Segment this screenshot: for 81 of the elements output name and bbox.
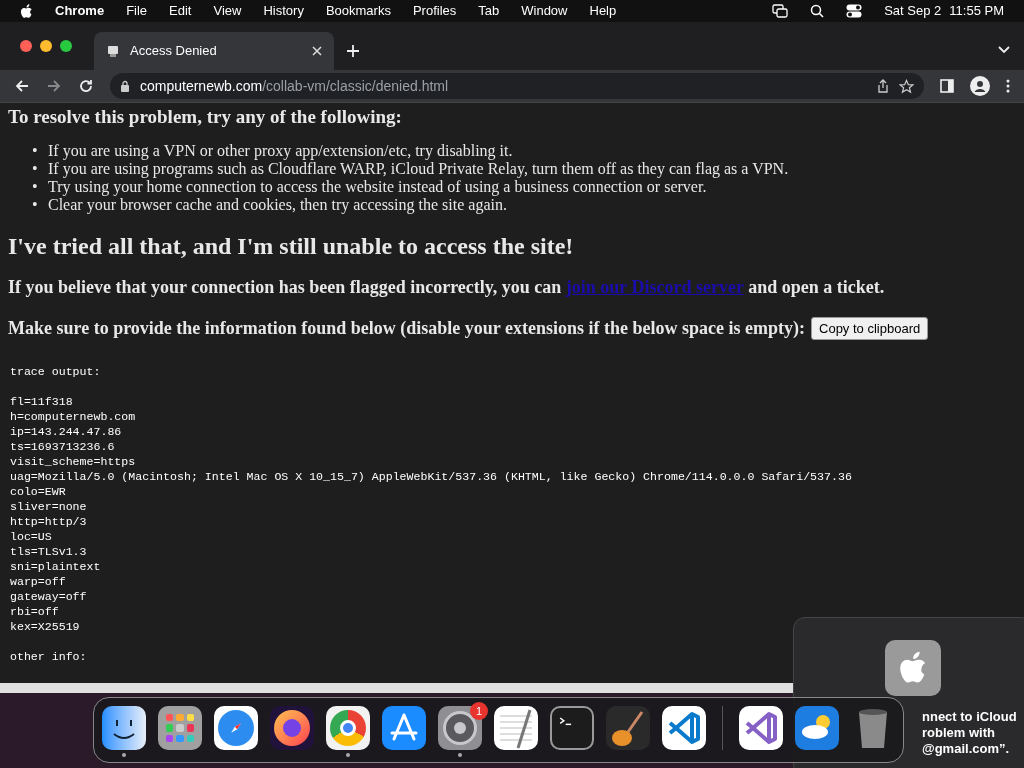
- trace-line: trace output:: [10, 364, 101, 379]
- trace-line: warp=off: [10, 574, 66, 589]
- apple-logo-icon: [885, 640, 941, 696]
- share-icon[interactable]: [877, 79, 889, 93]
- store-icon[interactable]: [382, 706, 426, 750]
- menu-item[interactable]: Profiles: [412, 1, 457, 21]
- menu-item[interactable]: File: [126, 1, 148, 21]
- menu-item[interactable]: Bookmarks: [325, 1, 391, 21]
- trace-line: colo=EWR: [10, 484, 66, 499]
- trace-line: sliver=none: [10, 499, 87, 514]
- menu-item[interactable]: View: [213, 1, 242, 21]
- close-icon[interactable]: [312, 46, 322, 56]
- menu-bar-time[interactable]: 11:55 PM: [949, 1, 1004, 21]
- browser-icon[interactable]: [326, 706, 370, 750]
- zoom-window-button[interactable]: [60, 40, 72, 52]
- notepad-icon[interactable]: [494, 706, 538, 750]
- forward-arrow-icon[interactable]: [46, 78, 62, 94]
- trace-line: tls=TLSv1.3: [10, 544, 87, 559]
- star-icon[interactable]: [899, 78, 914, 94]
- trace-line: sni=plaintext: [10, 559, 101, 574]
- trace-line: gateway=off: [10, 589, 87, 604]
- menu-item[interactable]: History: [263, 1, 304, 21]
- bullet: •: [32, 196, 39, 214]
- code-editor-icon[interactable]: [662, 706, 706, 750]
- gear-icon[interactable]: [438, 706, 482, 750]
- menu-item[interactable]: Help: [589, 1, 617, 21]
- trace-line: uag=Mozilla/5.0 (Macintosh; Intel Mac OS X 10_15_7) AppleWebKit/537.36 (KHTML, like Gecko) Chrome/114.0.0.0 Safari/537.36: [10, 469, 852, 484]
- tab-title: Access Denied: [130, 42, 218, 61]
- trace-line: ip=143.244.47.86: [10, 424, 122, 439]
- close-window-button[interactable]: [20, 40, 32, 52]
- bullet: •: [32, 142, 39, 160]
- back-arrow-icon[interactable]: [14, 78, 30, 94]
- bullet: •: [32, 160, 39, 178]
- trace-line: loc=US: [10, 529, 52, 544]
- terminal-icon[interactable]: [550, 706, 594, 750]
- menu-bar-date[interactable]: Sat Sep 2: [884, 1, 942, 21]
- browser-tab[interactable]: Access Denied: [94, 32, 334, 70]
- menu-item[interactable]: Edit: [169, 1, 192, 21]
- tip-text: Try using your home connection to access the website instead of using a business connection or server.: [48, 178, 707, 196]
- help-paragraph: If you believe that your connection has been flagged incorrectly, you can join our Discord server and open a ticket.: [8, 276, 886, 298]
- chevron-down-icon[interactable]: [998, 46, 1010, 54]
- menu-item[interactable]: Tab: [478, 1, 500, 21]
- trace-line: h=computernewb.com: [10, 409, 136, 424]
- trace-line: ts=1693713236.6: [10, 439, 115, 454]
- menu-item[interactable]: Window: [521, 1, 568, 21]
- toggle-switches-icon[interactable]: [846, 4, 863, 18]
- address-bar[interactable]: computernewb.com/collab-vm/classic/denied.html: [110, 73, 924, 99]
- app-name[interactable]: Chrome: [55, 1, 105, 21]
- copy-button[interactable]: Copy to clipboard: [811, 316, 929, 341]
- profile-icon[interactable]: [970, 76, 990, 96]
- trace-line: kex=X25519: [10, 619, 80, 634]
- trace-line: http=http/3: [10, 514, 87, 529]
- face-icon[interactable]: [102, 706, 146, 750]
- site-favicon-icon: [106, 44, 120, 58]
- lock-icon: [120, 80, 130, 92]
- notification-badge: 1: [470, 702, 488, 720]
- bullet: •: [32, 178, 39, 196]
- search-icon[interactable]: [810, 4, 825, 18]
- new-tab-icon[interactable]: [346, 44, 360, 58]
- side-panel-icon[interactable]: [940, 79, 954, 93]
- notification-text: nnect to iCloud roblem with @gmail.com”.: [922, 709, 1018, 757]
- url-text: computernewb.com/collab-vm/classic/denied.html: [140, 76, 450, 96]
- tip-text: If you are using a VPN or other proxy app/extension/etc, try disabling it.: [48, 142, 513, 160]
- instruction-text: Make sure to provide the information found below (disable your extensions if the below space is empty):: [8, 317, 805, 340]
- page-heading: I've tried all that, and I'm still unable to access the site!: [8, 232, 575, 260]
- trace-line: fl=11f318: [10, 394, 73, 409]
- more-options-icon[interactable]: [1006, 79, 1010, 93]
- trace-line: other info:: [10, 649, 87, 664]
- compass-icon[interactable]: [214, 706, 258, 750]
- grid-icon[interactable]: [158, 706, 202, 750]
- apple-logo-icon[interactable]: [20, 3, 33, 19]
- trace-line: visit_scheme=https: [10, 454, 136, 469]
- minimize-window-button[interactable]: [40, 40, 52, 52]
- fox-icon[interactable]: [270, 706, 314, 750]
- screen-mirroring-icon[interactable]: [772, 4, 789, 18]
- tip-text: Clear your browser cache and cookies, then try accessing the site again.: [48, 196, 507, 214]
- section-heading: To resolve this problem, try any of the following:: [8, 106, 403, 128]
- reload-icon[interactable]: [78, 78, 94, 94]
- cloud-sun-icon[interactable]: [795, 706, 839, 750]
- trace-line: rbi=off: [10, 604, 59, 619]
- tip-text: If you are using programs such as Cloudflare WARP, iCloud Private Relay, turn them off as they can flag as a VPN.: [48, 160, 789, 178]
